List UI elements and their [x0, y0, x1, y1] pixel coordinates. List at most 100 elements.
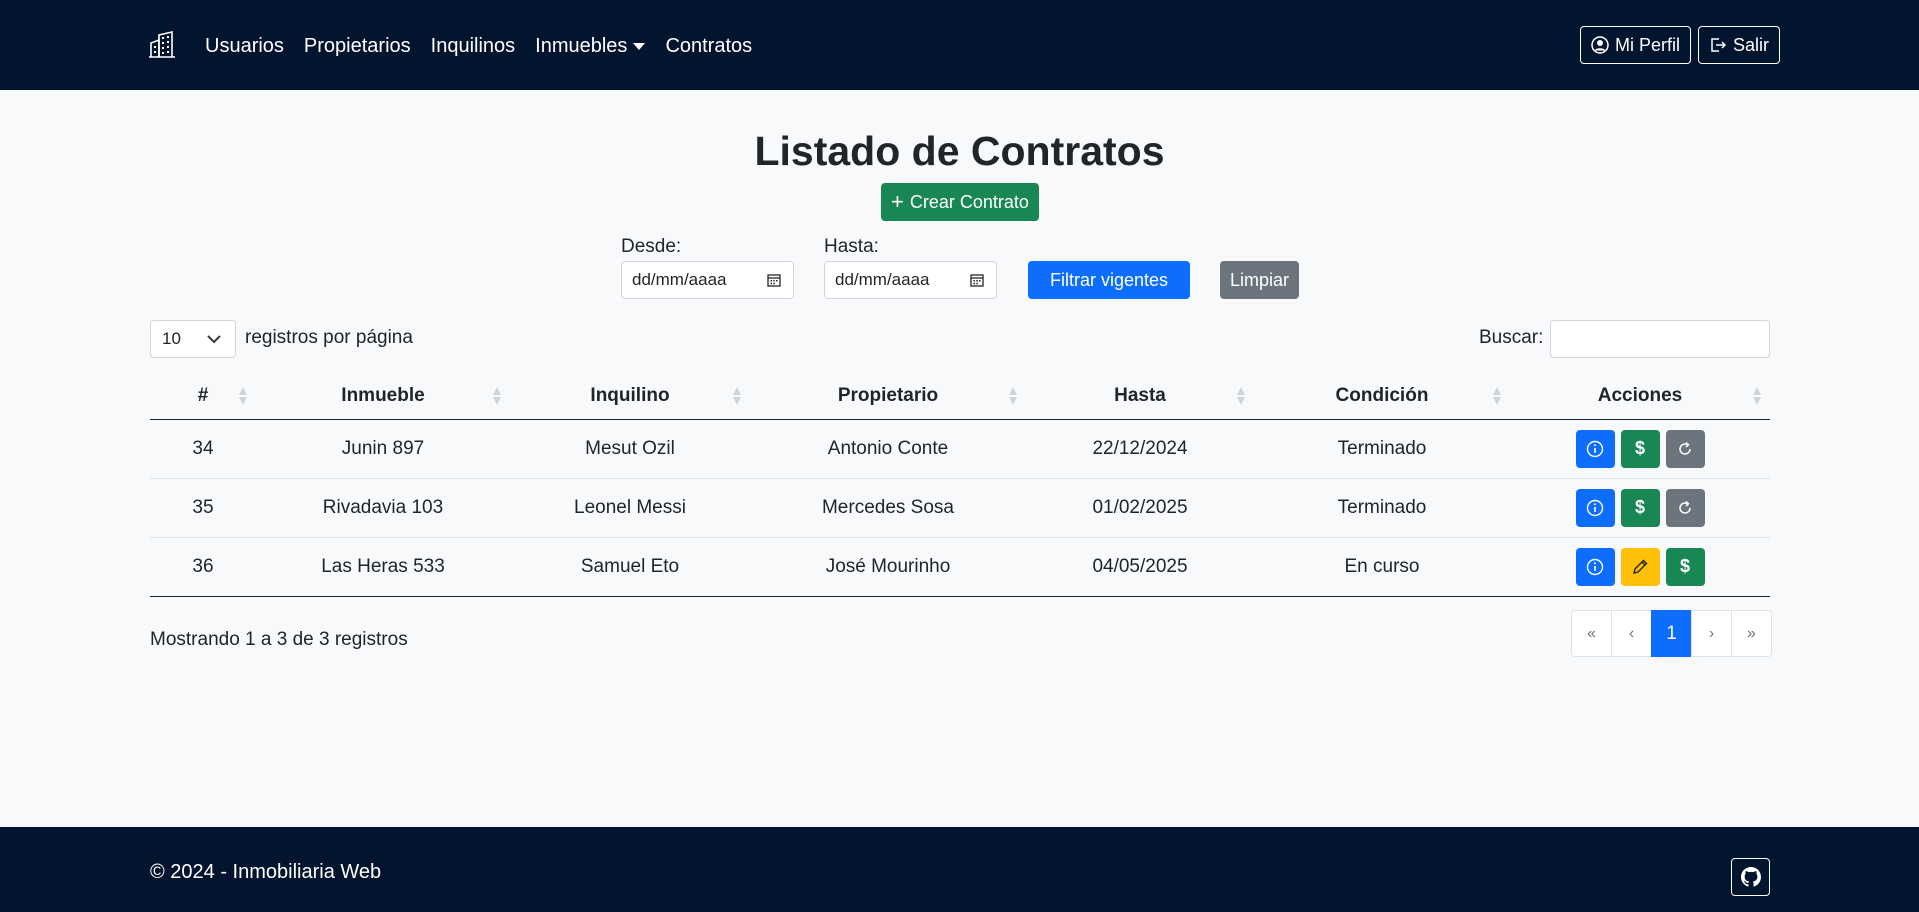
pagination: « ‹ 1 › »	[1571, 610, 1772, 657]
table-row: 35 Rivadavia 103 Leonel Messi Mercedes S…	[150, 478, 1770, 538]
github-button[interactable]	[1731, 858, 1770, 896]
column-header-inquilino[interactable]: Inquilino	[510, 374, 750, 420]
renew-button[interactable]	[1665, 429, 1705, 468]
cell-id: 35	[150, 478, 256, 538]
column-header-label: Hasta	[1114, 385, 1166, 407]
info-button[interactable]	[1575, 429, 1615, 468]
from-date-placeholder: dd/mm/aaaa	[632, 270, 727, 289]
nav-user-actions: Mi Perfil Salir	[1580, 26, 1781, 64]
payments-button[interactable]: $	[1665, 547, 1705, 586]
column-header-label: Propietario	[837, 385, 939, 407]
table-row: 34 Junin 897 Mesut Ozil Antonio Conte 22…	[150, 419, 1770, 479]
cell-id: 36	[150, 537, 256, 597]
navbar: Usuarios Propietarios Inquilinos Inmuebl…	[0, 0, 1919, 90]
sort-icon	[1493, 387, 1501, 406]
clear-filter-button[interactable]: Limpiar	[1220, 261, 1299, 299]
nav-link-inmuebles-label: Inmuebles	[535, 35, 628, 57]
cell-inquilino: Samuel Eto	[510, 537, 750, 597]
info-icon	[1586, 499, 1604, 516]
column-header-propietario[interactable]: Propietario	[750, 374, 1026, 420]
nav-links: Usuarios Propietarios Inquilinos Inmuebl…	[205, 33, 752, 59]
plus-icon: +	[891, 189, 904, 214]
cell-inmueble: Rivadavia 103	[256, 478, 510, 538]
cell-inmueble: Junin 897	[256, 419, 510, 479]
contracts-table: # Inmueble Inquilino Propietario Hasta C…	[150, 374, 1770, 597]
cell-hasta: 04/05/2025	[1026, 537, 1254, 597]
refresh-icon	[1679, 441, 1691, 455]
profile-button[interactable]: Mi Perfil	[1580, 26, 1692, 64]
info-icon	[1586, 558, 1604, 575]
calendar-icon[interactable]	[767, 273, 781, 287]
page-length-select[interactable]: 10	[150, 320, 236, 358]
page-title: Listado de Contratos	[754, 128, 1165, 174]
nav-link-inmuebles[interactable]: Inmuebles	[535, 33, 646, 59]
sort-icon	[733, 387, 741, 406]
create-contract-label: Crear Contrato	[909, 191, 1029, 212]
info-button[interactable]	[1575, 488, 1615, 527]
payments-button[interactable]: $	[1620, 429, 1660, 468]
column-header-inmueble[interactable]: Inmueble	[256, 374, 510, 420]
logout-button[interactable]: Salir	[1698, 26, 1781, 64]
cell-id: 34	[150, 419, 256, 479]
column-header-acciones[interactable]: Acciones	[1510, 374, 1770, 420]
footer: © 2024 - Inmobiliaria Web	[0, 827, 1919, 912]
nav-link-inquilinos[interactable]: Inquilinos	[431, 33, 516, 59]
search-input[interactable]	[1550, 320, 1770, 358]
cell-propietario: Mercedes Sosa	[750, 478, 1026, 538]
nav-link-contratos[interactable]: Contratos	[665, 33, 752, 59]
page-current-button[interactable]: 1	[1651, 610, 1692, 657]
user-circle-icon	[1591, 36, 1609, 54]
edit-button[interactable]	[1620, 547, 1660, 586]
cell-condicion: Terminado	[1254, 419, 1510, 479]
column-header-label: Acciones	[1597, 385, 1683, 407]
page-length-value: 10	[162, 329, 181, 348]
sort-icon	[239, 387, 247, 406]
column-header-id[interactable]: #	[150, 374, 256, 420]
sort-icon	[1009, 387, 1017, 406]
table-header-row: # Inmueble Inquilino Propietario Hasta C…	[150, 374, 1770, 420]
building-icon[interactable]	[148, 31, 176, 59]
cell-propietario: José Mourinho	[750, 537, 1026, 597]
nav-link-usuarios[interactable]: Usuarios	[205, 33, 284, 59]
cell-actions: $	[1510, 537, 1770, 597]
sort-icon	[1237, 387, 1245, 406]
payments-button[interactable]: $	[1620, 488, 1660, 527]
column-header-condicion[interactable]: Condición	[1254, 374, 1510, 420]
column-header-label: Inquilino	[590, 385, 670, 407]
column-header-label: #	[197, 385, 209, 407]
column-header-label: Inmueble	[341, 385, 425, 407]
cell-propietario: Antonio Conte	[750, 419, 1026, 479]
filter-active-button[interactable]: Filtrar vigentes	[1028, 261, 1190, 299]
refresh-icon	[1679, 500, 1691, 514]
dollar-icon: $	[1634, 497, 1645, 517]
page-last-button[interactable]: »	[1731, 610, 1772, 657]
search-label: Buscar:	[1479, 327, 1544, 348]
records-info: Mostrando 1 a 3 de 3 registros	[150, 629, 408, 650]
caret-down-icon	[633, 42, 646, 50]
page-first-button[interactable]: «	[1571, 610, 1612, 657]
column-header-label: Condición	[1335, 385, 1429, 407]
cell-hasta: 22/12/2024	[1026, 419, 1254, 479]
create-contract-button[interactable]: + Crear Contrato	[881, 183, 1039, 221]
sort-icon	[1753, 387, 1761, 406]
cell-inquilino: Mesut Ozil	[510, 419, 750, 479]
page-next-button[interactable]: ›	[1691, 610, 1732, 657]
nav-link-propietarios[interactable]: Propietarios	[304, 33, 411, 59]
info-button[interactable]	[1575, 547, 1615, 586]
from-date-label: Desde:	[621, 236, 682, 257]
cell-actions: $	[1510, 478, 1770, 538]
profile-label: Mi Perfil	[1615, 34, 1681, 55]
from-date-input[interactable]: dd/mm/aaaa	[621, 261, 794, 299]
to-date-input[interactable]: dd/mm/aaaa	[824, 261, 997, 299]
calendar-icon[interactable]	[970, 273, 984, 287]
page-prev-button[interactable]: ‹	[1611, 610, 1652, 657]
page-length-label: registros por página	[245, 327, 413, 348]
dollar-icon: $	[1634, 438, 1645, 458]
sort-icon	[493, 387, 501, 406]
cell-inquilino: Leonel Messi	[510, 478, 750, 538]
dollar-icon: $	[1679, 556, 1690, 576]
to-date-placeholder: dd/mm/aaaa	[835, 270, 930, 289]
table-row: 36 Las Heras 533 Samuel Eto José Mourinh…	[150, 537, 1770, 597]
column-header-hasta[interactable]: Hasta	[1026, 374, 1254, 420]
renew-button[interactable]	[1665, 488, 1705, 527]
